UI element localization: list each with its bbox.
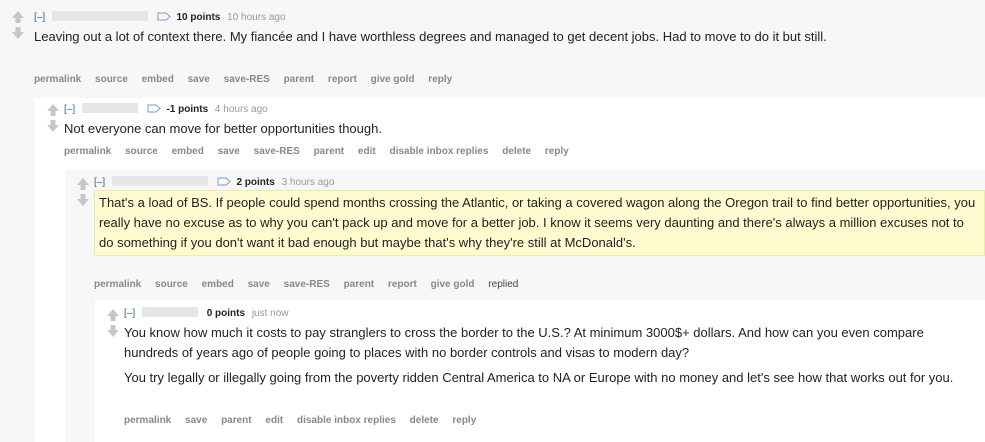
comment-body: Not everyone can move for better opportu…	[64, 119, 924, 139]
author-name[interactable]	[141, 307, 198, 317]
delete-button[interactable]: delete	[410, 415, 439, 426]
comment-body: You know how much it costs to pay strang…	[124, 323, 969, 388]
give-gold-button[interactable]: give gold	[431, 279, 475, 290]
comment-paragraph: That's a load of BS. If people could spe…	[99, 195, 976, 250]
score: 2 points	[236, 177, 275, 188]
author-name[interactable]	[81, 103, 138, 113]
comment-buttons: permalink source embed save save-RES par…	[64, 146, 580, 157]
save-res-button[interactable]: save-RES	[254, 146, 300, 157]
save-button[interactable]: save	[185, 415, 207, 426]
comment-buttons: permalink save parent edit disable inbox…	[124, 415, 487, 426]
disable-inbox-replies-button[interactable]: disable inbox replies	[297, 415, 396, 426]
source-button[interactable]: source	[125, 146, 158, 157]
edit-button[interactable]: edit	[358, 146, 376, 157]
upvote-arrow-icon[interactable]	[106, 308, 120, 322]
comment-4: [–] 0 points just now You know how much …	[95, 300, 985, 442]
user-tag-icon[interactable]	[157, 12, 171, 21]
replied-status: replied	[488, 279, 519, 290]
vote-arrows	[10, 10, 26, 42]
permalink-button[interactable]: permalink	[34, 74, 81, 85]
give-gold-button[interactable]: give gold	[371, 74, 415, 85]
downvote-arrow-icon[interactable]	[46, 119, 60, 133]
user-tag-icon[interactable]	[147, 104, 161, 113]
source-button[interactable]: source	[155, 279, 188, 290]
upvote-arrow-icon[interactable]	[46, 103, 60, 117]
save-res-button[interactable]: save-RES	[224, 74, 270, 85]
save-button[interactable]: save	[188, 74, 210, 85]
save-button[interactable]: save	[218, 146, 240, 157]
reply-button[interactable]: reply	[545, 146, 569, 157]
timestamp: 10 hours ago	[227, 12, 286, 23]
source-button[interactable]: source	[95, 74, 128, 85]
tagline: [–] 0 points just now	[124, 307, 289, 319]
reply-button[interactable]: reply	[428, 74, 452, 85]
tagline: [–] -1 points 4 hours ago	[64, 103, 268, 115]
collapse-toggle[interactable]: [–]	[34, 12, 45, 23]
permalink-button[interactable]: permalink	[64, 146, 111, 157]
embed-button[interactable]: embed	[202, 279, 234, 290]
timestamp: just now	[251, 308, 289, 319]
reply-button[interactable]: reply	[452, 415, 476, 426]
edit-button[interactable]: edit	[265, 415, 283, 426]
comment-body-highlighted: That's a load of BS. If people could spe…	[94, 190, 985, 256]
report-button[interactable]: report	[328, 74, 357, 85]
comment-buttons: permalink source embed save save-RES par…	[34, 74, 463, 85]
permalink-button[interactable]: permalink	[124, 415, 171, 426]
collapse-toggle[interactable]: [–]	[124, 308, 135, 319]
parent-button[interactable]: parent	[314, 146, 345, 157]
user-tag-icon[interactable]	[217, 177, 231, 186]
embed-button[interactable]: embed	[142, 74, 174, 85]
disable-inbox-replies-button[interactable]: disable inbox replies	[389, 146, 488, 157]
embed-button[interactable]: embed	[172, 146, 204, 157]
parent-button[interactable]: parent	[221, 415, 252, 426]
score: -1 points	[166, 104, 209, 115]
downvote-arrow-icon[interactable]	[11, 26, 25, 40]
comment-paragraph: Leaving out a lot of context there. My f…	[34, 29, 827, 44]
parent-button[interactable]: parent	[284, 74, 315, 85]
author-name[interactable]	[51, 11, 148, 21]
tagline: [–] 2 points 3 hours ago	[94, 176, 334, 188]
comment-buttons: permalink source embed save save-RES par…	[94, 279, 529, 290]
permalink-button[interactable]: permalink	[94, 279, 141, 290]
timestamp: 4 hours ago	[214, 104, 268, 115]
score: 10 points	[176, 12, 221, 23]
save-res-button[interactable]: save-RES	[284, 279, 330, 290]
comment-paragraph: Not everyone can move for better opportu…	[64, 121, 382, 136]
upvote-arrow-icon[interactable]	[11, 10, 25, 24]
downvote-arrow-icon[interactable]	[76, 193, 90, 207]
report-button[interactable]: report	[388, 279, 417, 290]
upvote-arrow-icon[interactable]	[76, 177, 90, 191]
comment-paragraph: You try legally or illegally going from …	[124, 370, 954, 385]
vote-arrows	[75, 177, 91, 209]
vote-arrows	[45, 103, 61, 135]
delete-button[interactable]: delete	[502, 146, 531, 157]
author-name[interactable]	[111, 176, 208, 186]
parent-button[interactable]: parent	[344, 279, 375, 290]
timestamp: 3 hours ago	[281, 177, 335, 188]
score: 0 points	[206, 308, 246, 319]
downvote-arrow-icon[interactable]	[106, 324, 120, 338]
collapse-toggle[interactable]: [–]	[94, 177, 105, 188]
vote-arrows	[105, 308, 121, 340]
comment-paragraph: You know how much it costs to pay strang…	[124, 325, 924, 360]
comment-body: Leaving out a lot of context there. My f…	[34, 27, 864, 47]
collapse-toggle[interactable]: [–]	[64, 104, 75, 115]
tagline: [–] 10 points 10 hours ago	[34, 11, 286, 23]
save-button[interactable]: save	[248, 279, 270, 290]
